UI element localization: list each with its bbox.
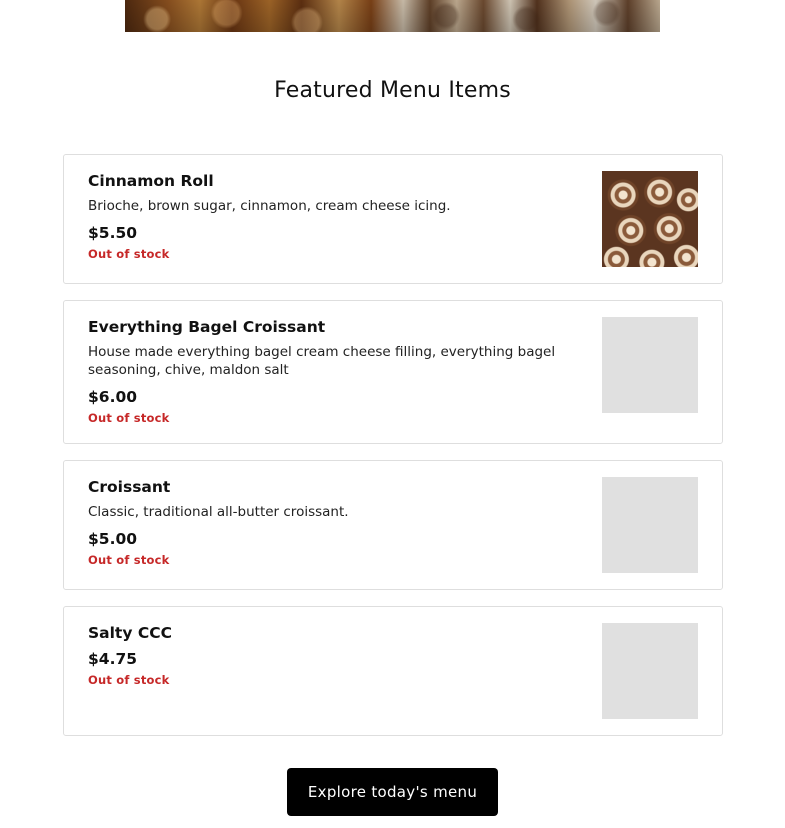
section-title: Featured Menu Items [274, 78, 511, 103]
menu-item-name: Salty CCC [88, 624, 172, 642]
menu-item-card[interactable]: Everything Bagel Croissant House made ev… [63, 300, 723, 444]
menu-item-name: Croissant [88, 478, 171, 496]
menu-item-description: House made everything bagel cream cheese… [88, 344, 556, 378]
menu-item-price: $5.50 [88, 224, 138, 242]
stock-status: Out of stock [88, 247, 170, 261]
menu-item-card[interactable]: Cinnamon Roll Brioche, brown sugar, cinn… [63, 154, 723, 284]
menu-item-image-placeholder [602, 477, 698, 573]
menu-item-image [602, 171, 698, 267]
hero-image-overlay [125, 0, 660, 32]
stock-status: Out of stock [88, 411, 170, 425]
featured-menu-list: Cinnamon Roll Brioche, brown sugar, cinn… [63, 154, 723, 752]
menu-item-price: $6.00 [88, 388, 138, 406]
hero-banner-image [125, 0, 660, 32]
stock-status: Out of stock [88, 553, 170, 567]
stock-status: Out of stock [88, 673, 170, 687]
menu-item-image-placeholder [602, 317, 698, 413]
menu-item-description: Brioche, brown sugar, cinnamon, cream ch… [88, 198, 451, 214]
menu-item-card[interactable]: Croissant Classic, traditional all-butte… [63, 460, 723, 590]
menu-item-info: Everything Bagel Croissant House made ev… [88, 317, 588, 426]
menu-item-price: $4.75 [88, 650, 138, 668]
menu-item-info: Salty CCC $4.75 Out of stock [88, 623, 588, 688]
menu-item-image-placeholder [602, 623, 698, 719]
menu-item-price: $5.00 [88, 530, 138, 548]
menu-item-info: Cinnamon Roll Brioche, brown sugar, cinn… [88, 171, 588, 262]
menu-item-description: Classic, traditional all-butter croissan… [88, 504, 349, 520]
menu-item-info: Croissant Classic, traditional all-butte… [88, 477, 588, 568]
menu-item-name: Cinnamon Roll [88, 172, 214, 190]
explore-menu-button[interactable]: Explore today's menu [287, 768, 498, 816]
menu-item-card[interactable]: Salty CCC $4.75 Out of stock [63, 606, 723, 736]
menu-item-name: Everything Bagel Croissant [88, 318, 326, 336]
